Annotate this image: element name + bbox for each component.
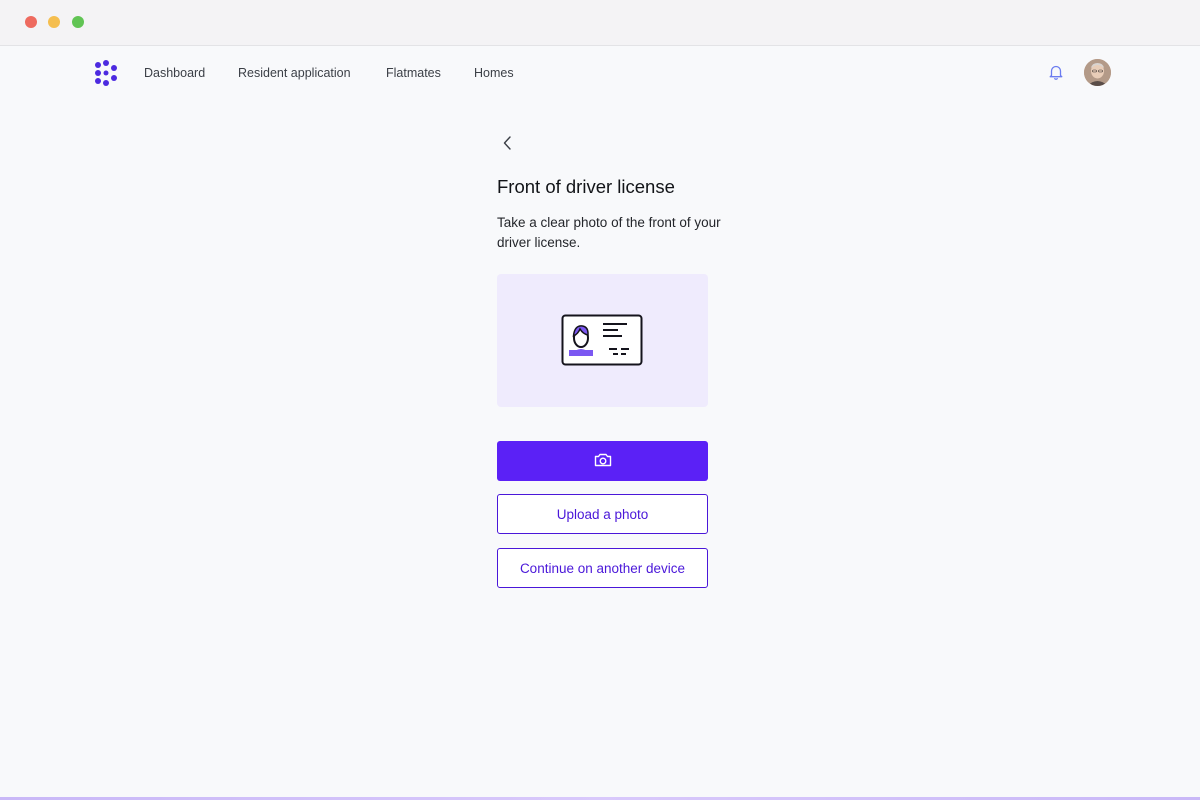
page-title: Front of driver license bbox=[497, 176, 675, 197]
window-close-button[interactable] bbox=[25, 16, 37, 28]
nav-link-flatmates[interactable]: Flatmates bbox=[386, 66, 441, 80]
user-avatar[interactable] bbox=[1084, 59, 1111, 86]
window-titlebar bbox=[0, 0, 1200, 46]
bell-icon[interactable] bbox=[1047, 63, 1065, 81]
nav-link-resident-application[interactable]: Resident application bbox=[238, 66, 351, 80]
take-photo-button[interactable] bbox=[497, 441, 708, 481]
window-minimize-button[interactable] bbox=[48, 16, 60, 28]
id-card-icon bbox=[561, 314, 643, 366]
top-navigation: Dashboard Resident application Flatmates… bbox=[0, 46, 1200, 102]
id-card-illustration bbox=[497, 274, 708, 407]
nav-link-homes[interactable]: Homes bbox=[474, 66, 514, 80]
window-maximize-button[interactable] bbox=[72, 16, 84, 28]
continue-on-another-device-button[interactable]: Continue on another device bbox=[497, 548, 708, 588]
page-description: Take a clear photo of the front of your … bbox=[497, 215, 721, 250]
back-chevron-icon[interactable] bbox=[498, 133, 518, 153]
camera-icon bbox=[593, 451, 613, 472]
brand-logo-icon[interactable] bbox=[93, 59, 121, 87]
upload-photo-button[interactable]: Upload a photo bbox=[497, 494, 708, 534]
nav-link-dashboard[interactable]: Dashboard bbox=[144, 66, 205, 80]
